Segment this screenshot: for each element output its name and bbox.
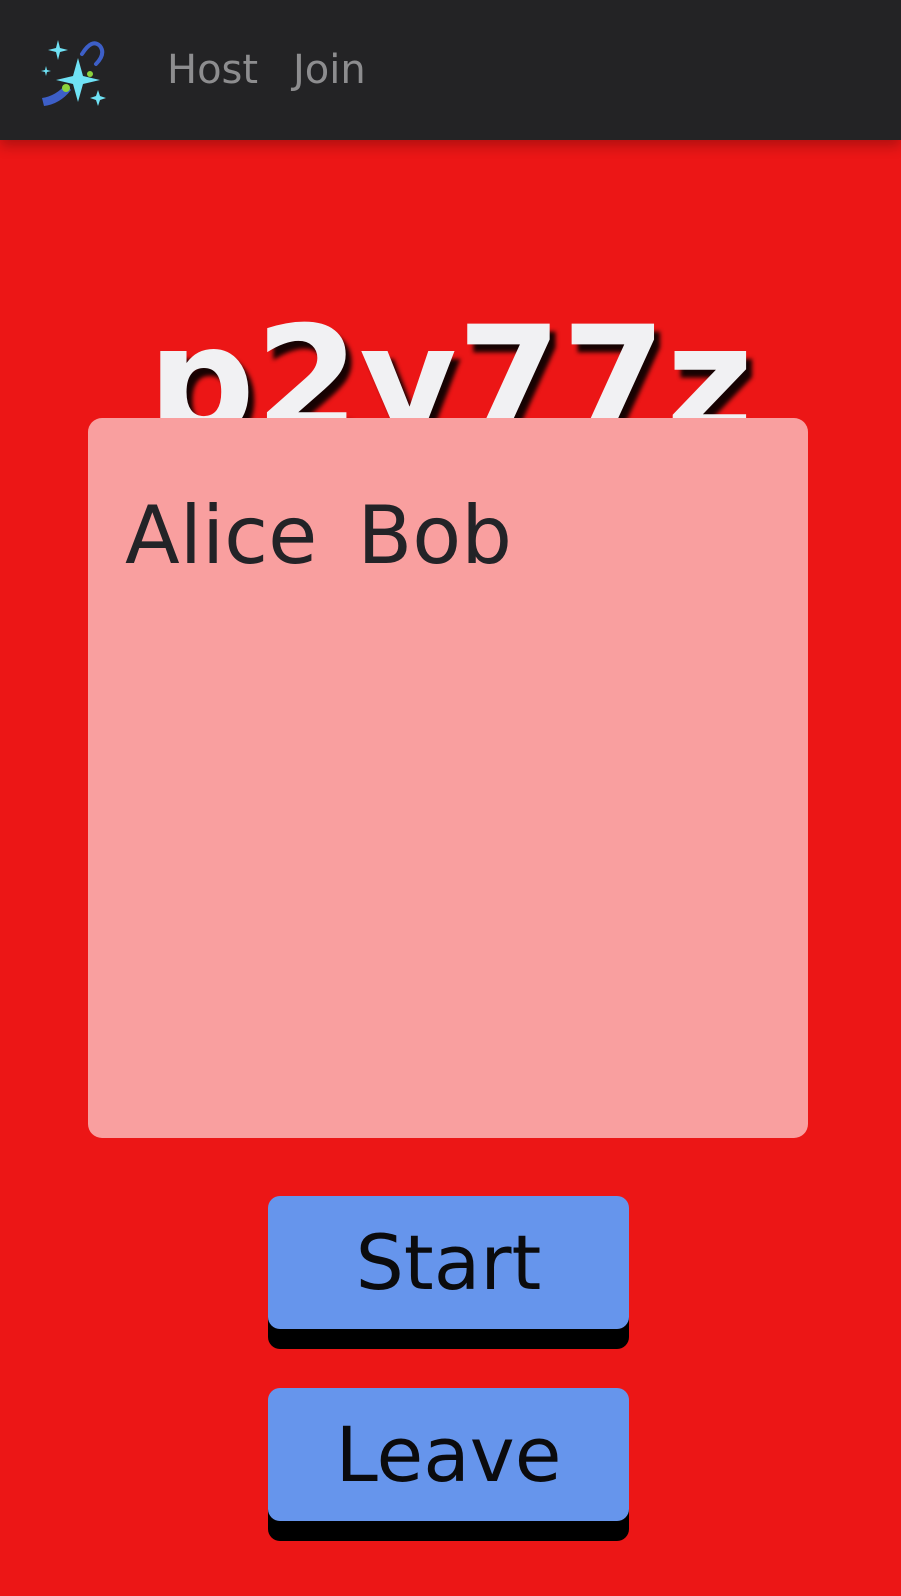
player-name: Alice (125, 489, 318, 582)
start-button[interactable]: Start (268, 1196, 629, 1329)
player-list-panel: Alice Bob (88, 418, 808, 1138)
player-name: Bob (357, 489, 512, 582)
leave-button[interactable]: Leave (268, 1388, 629, 1521)
sparkles-icon[interactable] (38, 36, 108, 110)
nav-link-join[interactable]: Join (293, 44, 366, 96)
nav-link-host[interactable]: Host (167, 44, 258, 96)
player-list: Alice Bob (125, 486, 512, 586)
top-navbar: Host Join (0, 0, 901, 140)
